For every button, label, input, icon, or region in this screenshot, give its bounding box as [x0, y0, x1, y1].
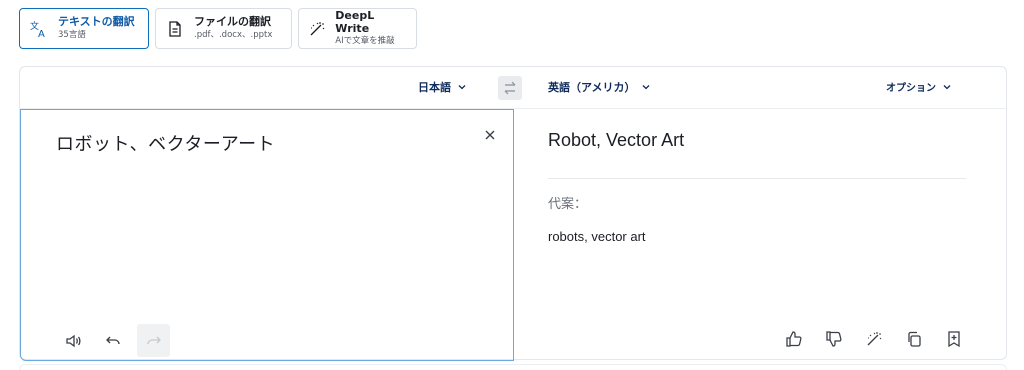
target-language-label: 英語（アメリカ） — [548, 81, 636, 94]
target-toolbar — [784, 329, 964, 349]
svg-text:A: A — [38, 29, 45, 39]
translation-text[interactable]: Robot, Vector Art — [548, 130, 684, 151]
clear-text-icon[interactable] — [483, 128, 497, 142]
undo-icon[interactable] — [103, 331, 123, 351]
tab-subtitle: .pdf、.docx、.pptx — [194, 29, 273, 40]
chevron-down-icon — [458, 85, 466, 90]
source-language-select[interactable]: 日本語 — [418, 79, 467, 95]
source-language-label: 日本語 — [418, 81, 451, 94]
mode-tabs: 文 A テキストの翻訳 35言語 ファイルの翻訳 .pdf、.docx、.ppt… — [19, 8, 417, 49]
tab-title: ファイルの翻訳 — [194, 15, 271, 29]
redo-icon — [146, 336, 161, 344]
source-toolbar — [63, 324, 170, 357]
chevron-down-icon — [642, 85, 650, 90]
next-panel-edge — [19, 364, 1007, 370]
swap-icon — [504, 81, 516, 95]
tab-subtitle: 35言語 — [58, 29, 86, 40]
chevron-down-icon — [943, 84, 951, 89]
tab-title: テキストの翻訳 — [58, 15, 135, 29]
divider — [548, 178, 966, 179]
options-label: オプション — [886, 83, 936, 94]
tab-deepl-write[interactable]: DeepL Write AIで文章を推敲 — [298, 8, 417, 49]
options-dropdown[interactable]: オプション — [886, 79, 952, 94]
copy-icon[interactable] — [904, 329, 924, 349]
document-icon — [164, 18, 186, 40]
alternative-item[interactable]: robots, vector art — [548, 229, 646, 244]
alternatives-label: 代案： — [548, 197, 588, 212]
speaker-icon[interactable] — [63, 331, 83, 351]
thumbs-down-icon[interactable] — [824, 329, 844, 349]
translator-panel: 日本語 英語（アメリカ） オプション ロボット、ベクターアート Robot, V… — [19, 66, 1007, 361]
target-text-area: Robot, Vector Art 代案： robots, vector art — [514, 109, 1006, 361]
target-language-select[interactable]: 英語（アメリカ） — [548, 79, 651, 95]
source-text-area[interactable]: ロボット、ベクターアート — [20, 109, 514, 361]
magic-wand-icon — [307, 18, 327, 40]
magic-wand-icon[interactable] — [864, 329, 884, 349]
tab-subtitle: AIで文章を推敲 — [335, 36, 395, 47]
tab-translate-text[interactable]: 文 A テキストの翻訳 35言語 — [19, 8, 149, 49]
bookmark-add-icon[interactable] — [944, 329, 964, 349]
source-text[interactable]: ロボット、ベクターアート — [56, 130, 275, 156]
redo-button[interactable] — [137, 324, 170, 357]
tab-translate-files[interactable]: ファイルの翻訳 .pdf、.docx、.pptx — [155, 8, 292, 49]
tab-title: DeepL Write — [335, 8, 375, 35]
language-bar: 日本語 英語（アメリカ） オプション — [20, 67, 1006, 109]
translate-icon: 文 A — [28, 18, 50, 40]
swap-languages-button[interactable] — [498, 76, 522, 100]
thumbs-up-icon[interactable] — [784, 329, 804, 349]
